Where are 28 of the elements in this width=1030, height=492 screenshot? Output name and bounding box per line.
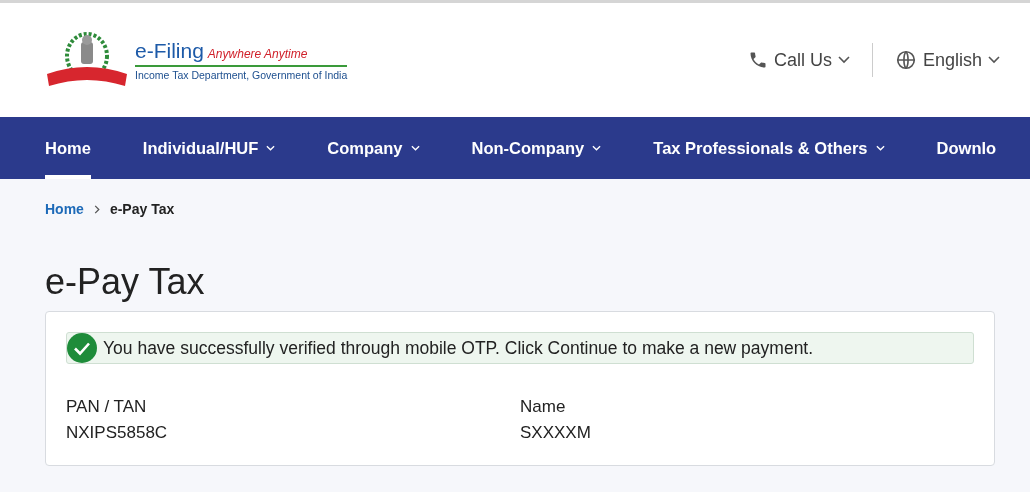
nav-tab[interactable]: Non-Company: [471, 117, 602, 179]
nav-tab[interactable]: Tax Professionals & Others: [653, 117, 885, 179]
chevron-down-icon: [410, 145, 420, 151]
chevron-down-icon: [592, 145, 602, 151]
chevron-down-icon: [266, 145, 276, 151]
field-label: Name: [520, 397, 567, 417]
field-value: SXXXXM: [520, 423, 592, 443]
breadcrumb-current: e-Pay Tax: [109, 201, 175, 217]
chevron-down-icon: [988, 56, 1000, 64]
nav-tab[interactable]: Company: [327, 117, 420, 179]
field-label: PAN / TAN: [66, 397, 148, 417]
nav-tab[interactable]: Individual/HUF: [142, 117, 276, 179]
nav-tab[interactable]: Downlo: [936, 117, 997, 179]
alert-message: You have successfully verified through mobile OTP. Click Continue to make a new payment.: [103, 337, 814, 359]
logo-tagline: Anywhere Anytime: [207, 47, 308, 61]
chevron-down-icon: [837, 56, 850, 64]
chevron-right-icon: [93, 204, 100, 214]
language-button[interactable]: English: [894, 49, 1000, 71]
chevron-down-icon: [875, 145, 885, 151]
field-value: NXIPS5858C: [66, 423, 169, 443]
globe-icon: [894, 49, 917, 71]
logo-subtitle: Income Tax Department, Government of India: [135, 69, 348, 81]
call-us-button[interactable]: Call Us: [747, 49, 850, 71]
nav-tab[interactable]: Home: [45, 117, 91, 179]
check-circle-icon: [67, 333, 97, 363]
breadcrumb-link[interactable]: Home: [45, 201, 84, 217]
page-title: e-Pay Tax: [45, 261, 206, 303]
logo-title: e-Filing: [135, 39, 204, 63]
